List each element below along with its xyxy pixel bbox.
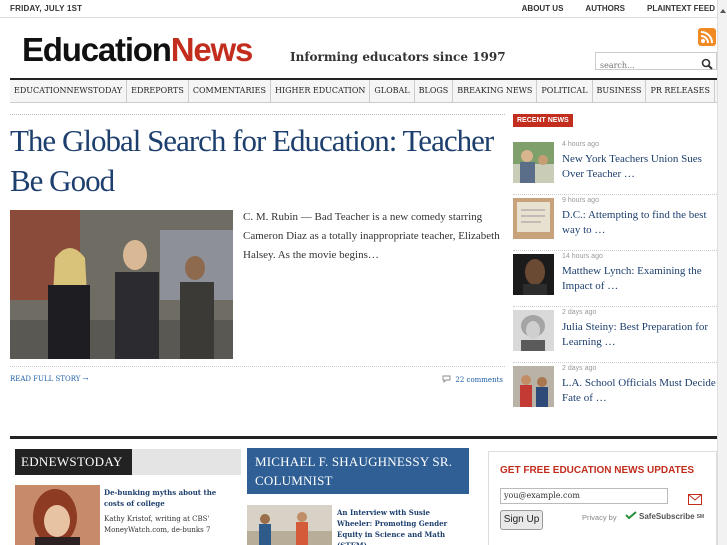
recent-time: 2 days ago <box>562 309 597 316</box>
date-label: FRIDAY, JULY 1ST <box>10 4 83 13</box>
logo-news: News <box>170 31 254 68</box>
nav-item-edreports[interactable]: EDREPORTS <box>127 80 189 102</box>
recent-time: 2 days ago <box>562 365 597 372</box>
recent-title[interactable]: Matthew Lynch: Examining the Impact of … <box>562 264 718 294</box>
ednewstoday-header: EDNEWSTODAY <box>15 449 241 475</box>
section-divider <box>10 436 717 439</box>
nav-item-blogs[interactable]: BLOGS <box>415 80 454 102</box>
nav-item-higher-education[interactable]: HIGHER EDUCATION <box>271 80 371 102</box>
feature-headline[interactable]: The Global Search for Education: Teacher… <box>10 121 505 201</box>
recent-thumb <box>513 142 554 183</box>
about-us-link[interactable]: ABOUT US <box>522 4 564 13</box>
recent-thumb <box>513 254 554 295</box>
read-full-story-link[interactable]: READ FULL STORY → <box>10 375 89 383</box>
nav-item-political[interactable]: POLITICAL <box>537 80 593 102</box>
safesubscribe-mark: SM <box>696 513 705 520</box>
header-bar <box>132 449 241 475</box>
comments-link[interactable]: 22 comments <box>442 375 503 385</box>
recent-thumb <box>513 198 554 239</box>
columnist-header[interactable]: MICHAEL F. SHAUGHNESSY SR. COLUMNIST <box>247 448 469 494</box>
feature-excerpt: C. M. Rubin — Bad Teacher is a new comed… <box>243 211 500 261</box>
plaintext-feed-link[interactable]: PLAINTEXT FEED <box>647 4 715 13</box>
tagline: Informing educators since 1997 <box>290 50 506 64</box>
nav-item-commentaries[interactable]: COMMENTARIES <box>189 80 271 102</box>
divider <box>10 114 505 115</box>
nav-item-pr-releases[interactable]: PR RELEASES <box>646 80 715 102</box>
nav-item-global[interactable]: GLOBAL <box>370 80 415 102</box>
recent-time: 4 hours ago <box>562 141 599 148</box>
recent-news-item[interactable]: 2 days ago Julia Steiny: Best Preparatio… <box>513 307 717 363</box>
recent-time: 9 hours ago <box>562 197 599 204</box>
authors-link[interactable]: AUTHORS <box>585 4 625 13</box>
safesubscribe-logo[interactable]: SafeSubscribe SM <box>625 511 704 522</box>
recent-thumb <box>513 366 554 407</box>
recent-news-item[interactable]: 14 hours ago Matthew Lynch: Examining th… <box>513 251 717 307</box>
sign-up-button[interactable]: Sign Up <box>500 510 543 530</box>
rss-icon[interactable] <box>698 28 716 46</box>
site-logo[interactable]: EducationNews <box>22 30 254 70</box>
nav-item-breaking-news[interactable]: BREAKING NEWS <box>453 80 538 102</box>
nav-item-business[interactable]: BUSINESS <box>593 80 647 102</box>
divider <box>10 366 505 367</box>
recent-news-item[interactable]: 4 hours ago New York Teachers Union Sues… <box>513 139 717 195</box>
recent-news-item[interactable]: 2 days ago L.A. School Officials Must De… <box>513 363 717 419</box>
email-field[interactable]: you@example.com <box>500 488 668 504</box>
ednewstoday-article-text: Kathy Kristof, writing at CBS' MoneyWatc… <box>104 515 211 534</box>
recent-title[interactable]: Julia Steiny: Best Preparation for Learn… <box>562 320 718 350</box>
recent-news-label: RECENT NEWS <box>513 114 573 127</box>
scroll-up-arrow-icon[interactable] <box>719 1 727 13</box>
mail-icon <box>688 490 702 509</box>
comment-icon <box>442 375 451 385</box>
safesubscribe-label: SafeSubscribe <box>639 512 695 521</box>
newsletter-signup: GET FREE EDUCATION NEWS UPDATES you@exam… <box>488 451 717 545</box>
checkmark-icon <box>625 511 637 522</box>
signup-heading: GET FREE EDUCATION NEWS UPDATES <box>500 465 695 476</box>
privacy-label: Privacy by <box>582 513 617 522</box>
recent-news-item[interactable]: 9 hours ago D.C.: Attempting to find the… <box>513 195 717 251</box>
recent-title[interactable]: D.C.: Attempting to find the best way to… <box>562 208 718 238</box>
recent-thumb <box>513 310 554 351</box>
logo-education: Education <box>22 31 172 68</box>
ednewstoday-title[interactable]: EDNEWSTODAY <box>15 449 132 475</box>
ednewstoday-photo[interactable] <box>15 485 100 545</box>
recent-time: 14 hours ago <box>562 253 603 260</box>
top-bar: FRIDAY, JULY 1ST ABOUT US AUTHORS PLAINT… <box>0 0 727 18</box>
feature-photo[interactable] <box>10 210 233 359</box>
recent-title[interactable]: L.A. School Officials Must Decide Fate o… <box>562 376 718 406</box>
search-box <box>595 52 717 74</box>
vertical-scrollbar[interactable] <box>717 0 727 545</box>
recent-title[interactable]: New York Teachers Union Sues Over Teache… <box>562 152 718 182</box>
search-input[interactable] <box>596 57 696 74</box>
search-icon[interactable] <box>701 55 713 74</box>
ednewstoday-article-title[interactable]: De-bunking myths about the costs of coll… <box>104 487 236 509</box>
top-links: ABOUT US AUTHORS PLAINTEXT FEED <box>522 4 715 13</box>
main-nav: EDUCATIONNEWSTODAY EDREPORTS COMMENTARIE… <box>10 78 717 103</box>
columnist-photo[interactable] <box>247 505 332 545</box>
comments-count: 22 comments <box>455 376 503 384</box>
nav-item-educationnewstoday[interactable]: EDUCATIONNEWSTODAY <box>10 80 128 102</box>
columnist-article-title[interactable]: An Interview with Susie Wheeler: Promoti… <box>337 507 465 545</box>
